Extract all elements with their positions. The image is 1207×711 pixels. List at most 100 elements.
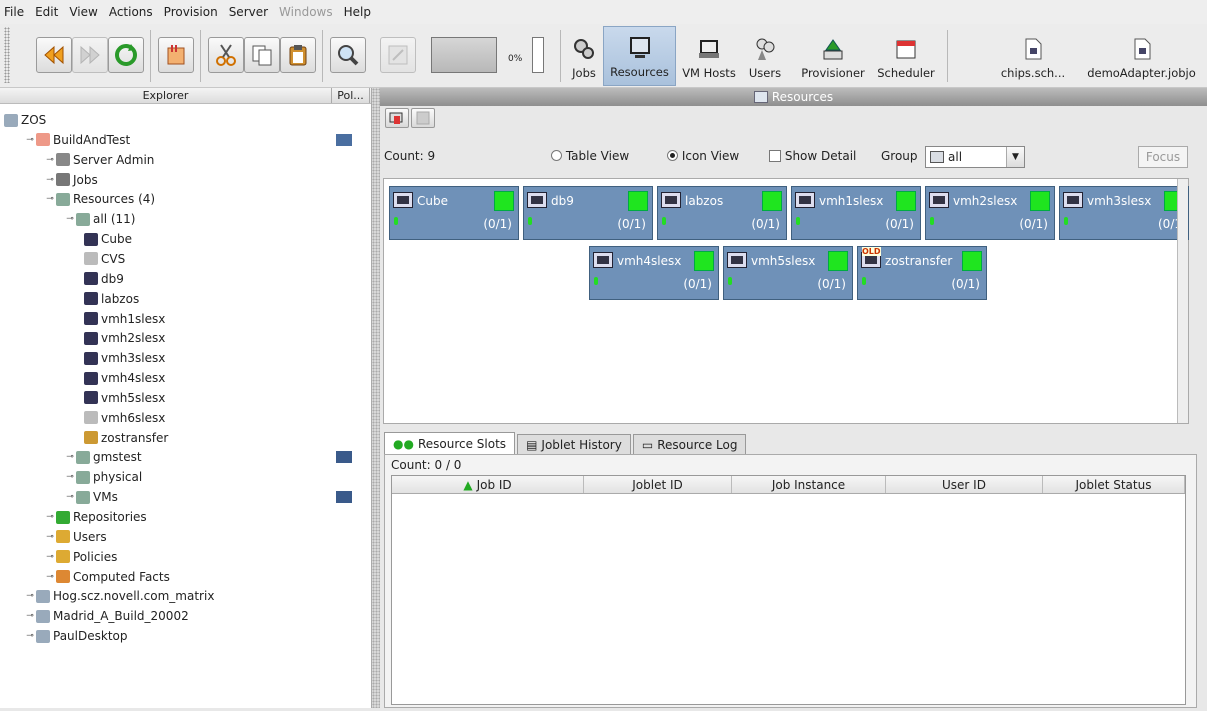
tree-toggle-icon[interactable]: ⊸ xyxy=(64,472,76,482)
tree-node[interactable]: vmh5slesx xyxy=(84,388,165,408)
resource-card[interactable]: vmh5slesx (0/1) xyxy=(723,246,853,300)
tree-node[interactable]: ⊸ Jobs xyxy=(44,170,98,190)
resource-card[interactable]: Cube (0/1) xyxy=(389,186,519,240)
tab-resource-log[interactable]: ▭ Resource Log xyxy=(632,434,747,454)
forward-button[interactable] xyxy=(72,37,108,73)
tree-toggle-icon[interactable]: ⊸ xyxy=(24,631,36,641)
tab-joblet-history[interactable]: ▤ Joblet History xyxy=(517,434,631,454)
resource-card[interactable]: vmh1slesx (0/1) xyxy=(791,186,921,240)
focus-button[interactable]: Focus xyxy=(1138,146,1188,168)
tree-node[interactable]: vmh1slesx xyxy=(84,309,165,329)
icon-view-option[interactable]: Icon View xyxy=(667,149,739,163)
tree-node[interactable]: ⊸ BuildAndTest xyxy=(24,130,130,150)
tree-node[interactable]: db9 xyxy=(84,269,124,289)
menu-windows[interactable]: Windows xyxy=(279,5,333,19)
tree-node[interactable]: ⊸ Resources (4) xyxy=(44,189,155,209)
file-tab-chips[interactable]: chips.sch... xyxy=(990,26,1076,86)
menu-file[interactable]: File xyxy=(4,5,24,19)
tree-node[interactable]: ⊸ Computed Facts xyxy=(44,567,170,587)
tree-toggle-icon[interactable]: ⊸ xyxy=(44,552,56,562)
resource-card[interactable]: vmh4slesx (0/1) xyxy=(589,246,719,300)
tree-toggle-icon[interactable]: ⊸ xyxy=(44,532,56,542)
view-scheduler[interactable]: Scheduler xyxy=(873,26,939,86)
tree-toggle-icon[interactable]: ⊸ xyxy=(24,135,36,145)
table-view-option[interactable]: Table View xyxy=(551,149,629,163)
rewind-button[interactable] xyxy=(36,37,72,73)
tree-node[interactable]: zostransfer xyxy=(84,428,168,448)
column-job-id[interactable]: ▲ Job ID xyxy=(392,476,584,493)
column-joblet-id[interactable]: Joblet ID xyxy=(584,476,732,493)
tree-toggle-icon[interactable]: ⊸ xyxy=(44,572,56,582)
tree-node[interactable]: ⊸ gmstest xyxy=(64,447,141,467)
cut-button[interactable] xyxy=(208,37,244,73)
tree-toggle-icon[interactable]: ⊸ xyxy=(44,194,56,204)
show-detail-option[interactable]: Show Detail xyxy=(769,149,856,163)
tree-node[interactable]: ZOS xyxy=(4,110,46,130)
tree-node[interactable]: vmh4slesx xyxy=(84,368,165,388)
tree-node[interactable]: vmh3slesx xyxy=(84,348,165,368)
resource-card[interactable]: vmh2slesx (0/1) xyxy=(925,186,1055,240)
tree-node[interactable]: labzos xyxy=(84,289,139,309)
group-select[interactable]: all ▼ xyxy=(925,146,1025,168)
resource-card[interactable]: labzos (0/1) xyxy=(657,186,787,240)
column-user-id[interactable]: User ID xyxy=(886,476,1043,493)
chevron-down-icon[interactable]: ▼ xyxy=(1006,147,1024,167)
view-provisioner[interactable]: Provisioner xyxy=(795,26,871,86)
tree-node[interactable]: vmh6slesx xyxy=(84,408,165,428)
menu-provision[interactable]: Provision xyxy=(164,5,218,19)
tree-node[interactable]: ⊸ all (11) xyxy=(64,209,135,229)
copy-button[interactable] xyxy=(244,37,280,73)
radio-icon[interactable] xyxy=(551,150,562,161)
scrollbar[interactable] xyxy=(1177,179,1188,423)
toolbar-grip[interactable] xyxy=(4,27,10,83)
tree-node[interactable]: ⊸ Policies xyxy=(44,547,117,567)
policy-column-header[interactable]: Pol... xyxy=(332,88,370,103)
view-users[interactable]: Users xyxy=(743,26,787,86)
tree-node[interactable]: ⊸ Users xyxy=(44,527,106,547)
explorer-column-header[interactable]: Explorer xyxy=(0,88,332,103)
resource-card[interactable]: db9 (0/1) xyxy=(523,186,653,240)
provision-action-button[interactable] xyxy=(385,108,409,128)
resource-card[interactable]: zostransfer (0/1) OLD xyxy=(857,246,987,300)
menu-edit[interactable]: Edit xyxy=(35,5,58,19)
tree-node[interactable]: ⊸ Server Admin xyxy=(44,150,154,170)
tree-node[interactable]: ⊸ Hog.scz.novell.com_matrix xyxy=(24,586,214,606)
tree-toggle-icon[interactable]: ⊸ xyxy=(64,214,76,224)
paste-button[interactable] xyxy=(280,37,316,73)
tree-toggle-icon[interactable]: ⊸ xyxy=(64,452,76,462)
checkbox-icon[interactable] xyxy=(769,150,781,162)
stop-button[interactable] xyxy=(411,108,435,128)
refresh-button[interactable] xyxy=(108,37,144,73)
tree-node[interactable]: ⊸ VMs xyxy=(64,487,118,507)
tree-toggle-icon[interactable]: ⊸ xyxy=(24,611,36,621)
tree-toggle-icon[interactable]: ⊸ xyxy=(44,175,56,185)
radio-selected-icon[interactable] xyxy=(667,150,678,161)
resource-card[interactable]: vmh3slesx (0/1 xyxy=(1059,186,1189,240)
view-vmhosts[interactable]: VM Hosts xyxy=(677,26,741,86)
tree-node[interactable]: vmh2slesx xyxy=(84,328,165,348)
edit-button[interactable] xyxy=(380,37,416,73)
tree-node[interactable]: ⊸ physical xyxy=(64,467,142,487)
search-button[interactable] xyxy=(330,37,366,73)
tree-toggle-icon[interactable]: ⊸ xyxy=(24,591,36,601)
vertical-splitter[interactable] xyxy=(372,88,380,708)
tree-toggle-icon[interactable]: ⊸ xyxy=(64,492,76,502)
tree-node[interactable]: ⊸ Repositories xyxy=(44,507,146,527)
tree-toggle-icon[interactable]: ⊸ xyxy=(44,155,56,165)
tree-node[interactable]: ⊸ PaulDesktop xyxy=(24,626,127,646)
tree-toggle-icon[interactable]: ⊸ xyxy=(44,512,56,522)
menu-help[interactable]: Help xyxy=(344,5,371,19)
tree-node[interactable]: Cube xyxy=(84,229,132,249)
column-joblet-status[interactable]: Joblet Status xyxy=(1043,476,1185,493)
file-tab-demoadapter[interactable]: demoAdapter.jobjo xyxy=(1076,26,1207,86)
tree-node[interactable]: CVS xyxy=(84,249,125,269)
view-jobs[interactable]: Jobs xyxy=(566,26,602,86)
menu-server[interactable]: Server xyxy=(229,5,268,19)
tab-resource-slots[interactable]: ●● Resource Slots xyxy=(384,432,516,454)
tree-node[interactable]: ⊸ Madrid_A_Build_20002 xyxy=(24,606,189,626)
menu-view[interactable]: View xyxy=(69,5,97,19)
new-button[interactable] xyxy=(158,37,194,73)
menu-actions[interactable]: Actions xyxy=(109,5,153,19)
column-job-instance[interactable]: Job Instance xyxy=(732,476,886,493)
view-resources[interactable]: Resources xyxy=(603,26,676,86)
